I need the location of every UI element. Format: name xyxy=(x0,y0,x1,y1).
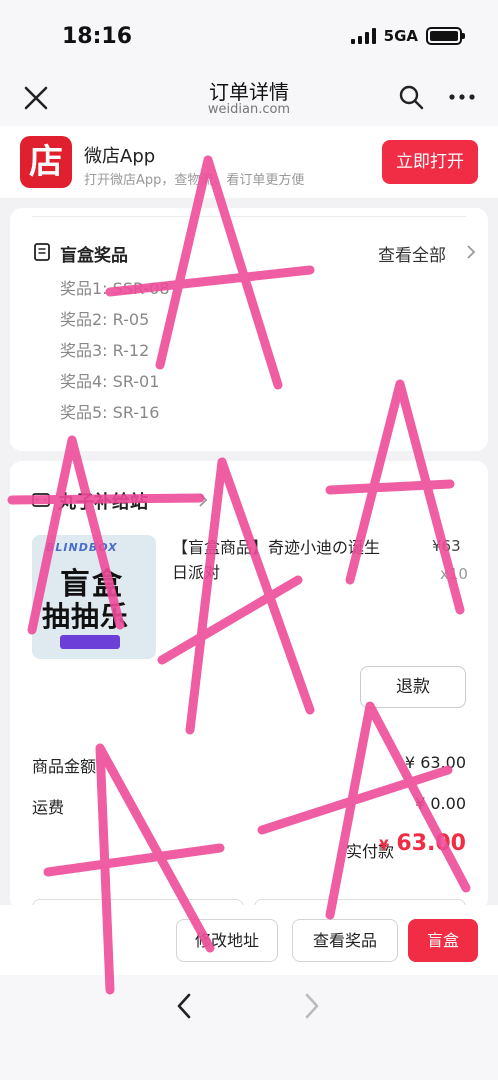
divider xyxy=(32,216,466,217)
paid-value: ¥ 63.00 xyxy=(379,831,466,856)
app-banner: 店 微店App 打开微店App，查物流、看订单更方便 立即打开 xyxy=(0,126,498,198)
prize-item: 奖品1: SSR-08 xyxy=(60,279,170,298)
product-image-line2: 抽抽乐 xyxy=(42,600,130,633)
app-logo: 店 xyxy=(20,136,72,188)
bottom-action-bar: 修改地址 查看奖品 盲盒 xyxy=(0,905,498,975)
signal-icon xyxy=(350,28,376,44)
product-image[interactable]: BLINDBOX 盲盒 抽抽乐 xyxy=(32,535,156,659)
prize-item: 奖品5: SR-16 xyxy=(60,403,160,422)
status-indicators: 5GA xyxy=(350,27,465,45)
shipping-label: 运费 xyxy=(32,798,65,817)
network-type: 5GA xyxy=(383,27,418,45)
nav-bar: 订单详情 weidian.com xyxy=(0,70,498,126)
app-name: 微店App xyxy=(84,146,156,167)
product-image-brand: BLINDBOX xyxy=(46,541,118,554)
prize-card: 盲盒奖品 查看全部 奖品1: SSR-08 奖品2: R-05 奖品3: R-1… xyxy=(10,208,488,451)
paid-amount: 63.00 xyxy=(396,831,466,856)
prize-item: 奖品2: R-05 xyxy=(60,310,150,329)
pixel-glasses-icon xyxy=(60,635,120,649)
open-app-button[interactable]: 立即打开 xyxy=(382,140,478,184)
status-bar: 18:16 5GA xyxy=(0,0,498,70)
goods-amount-label: 商品金额 xyxy=(32,757,97,776)
modify-address-button[interactable]: 修改地址 xyxy=(176,919,278,962)
prize-list: 奖品1: SSR-08 奖品2: R-05 奖品3: R-12 奖品4: SR-… xyxy=(60,278,170,433)
shop-icon xyxy=(32,493,50,507)
battery-icon xyxy=(426,27,465,45)
paid-currency: ¥ xyxy=(378,838,389,854)
chevron-right-icon[interactable] xyxy=(198,493,208,507)
shipping-value: ¥ 0.00 xyxy=(415,794,466,813)
prize-section-title: 盲盒奖品 xyxy=(60,246,128,266)
prize-item: 奖品4: SR-01 xyxy=(60,372,160,391)
view-all-link[interactable]: 查看全部 xyxy=(378,241,446,266)
more-icon[interactable] xyxy=(448,84,476,110)
back-arrow-icon[interactable] xyxy=(174,993,194,1019)
search-icon[interactable] xyxy=(398,84,424,110)
product-price: ¥63 xyxy=(432,537,461,555)
forward-arrow-icon[interactable] xyxy=(302,993,322,1019)
refund-button[interactable]: 退款 xyxy=(360,666,466,708)
shop-name[interactable]: 丸子补给站 xyxy=(58,488,148,514)
goods-amount-value: ¥ 63.00 xyxy=(404,753,466,772)
blindbox-button[interactable]: 盲盒 xyxy=(408,919,478,962)
prize-item: 奖品3: R-12 xyxy=(60,341,150,360)
product-title[interactable]: 【盲盒商品】奇迹小迪の诞生日派对 xyxy=(172,535,392,585)
chevron-right-icon[interactable] xyxy=(466,245,476,259)
document-icon xyxy=(34,243,50,261)
product-quantity: x10 xyxy=(440,565,468,583)
status-time: 18:16 xyxy=(62,24,133,49)
app-description: 打开微店App，查物流、看订单更方便 xyxy=(84,173,305,188)
order-card: 丸子补给站 BLINDBOX 盲盒 抽抽乐 【盲盒商品】奇迹小迪の诞生日派对 ¥… xyxy=(10,461,488,919)
view-prizes-button[interactable]: 查看奖品 xyxy=(292,919,398,962)
browser-toolbar xyxy=(0,975,498,1080)
